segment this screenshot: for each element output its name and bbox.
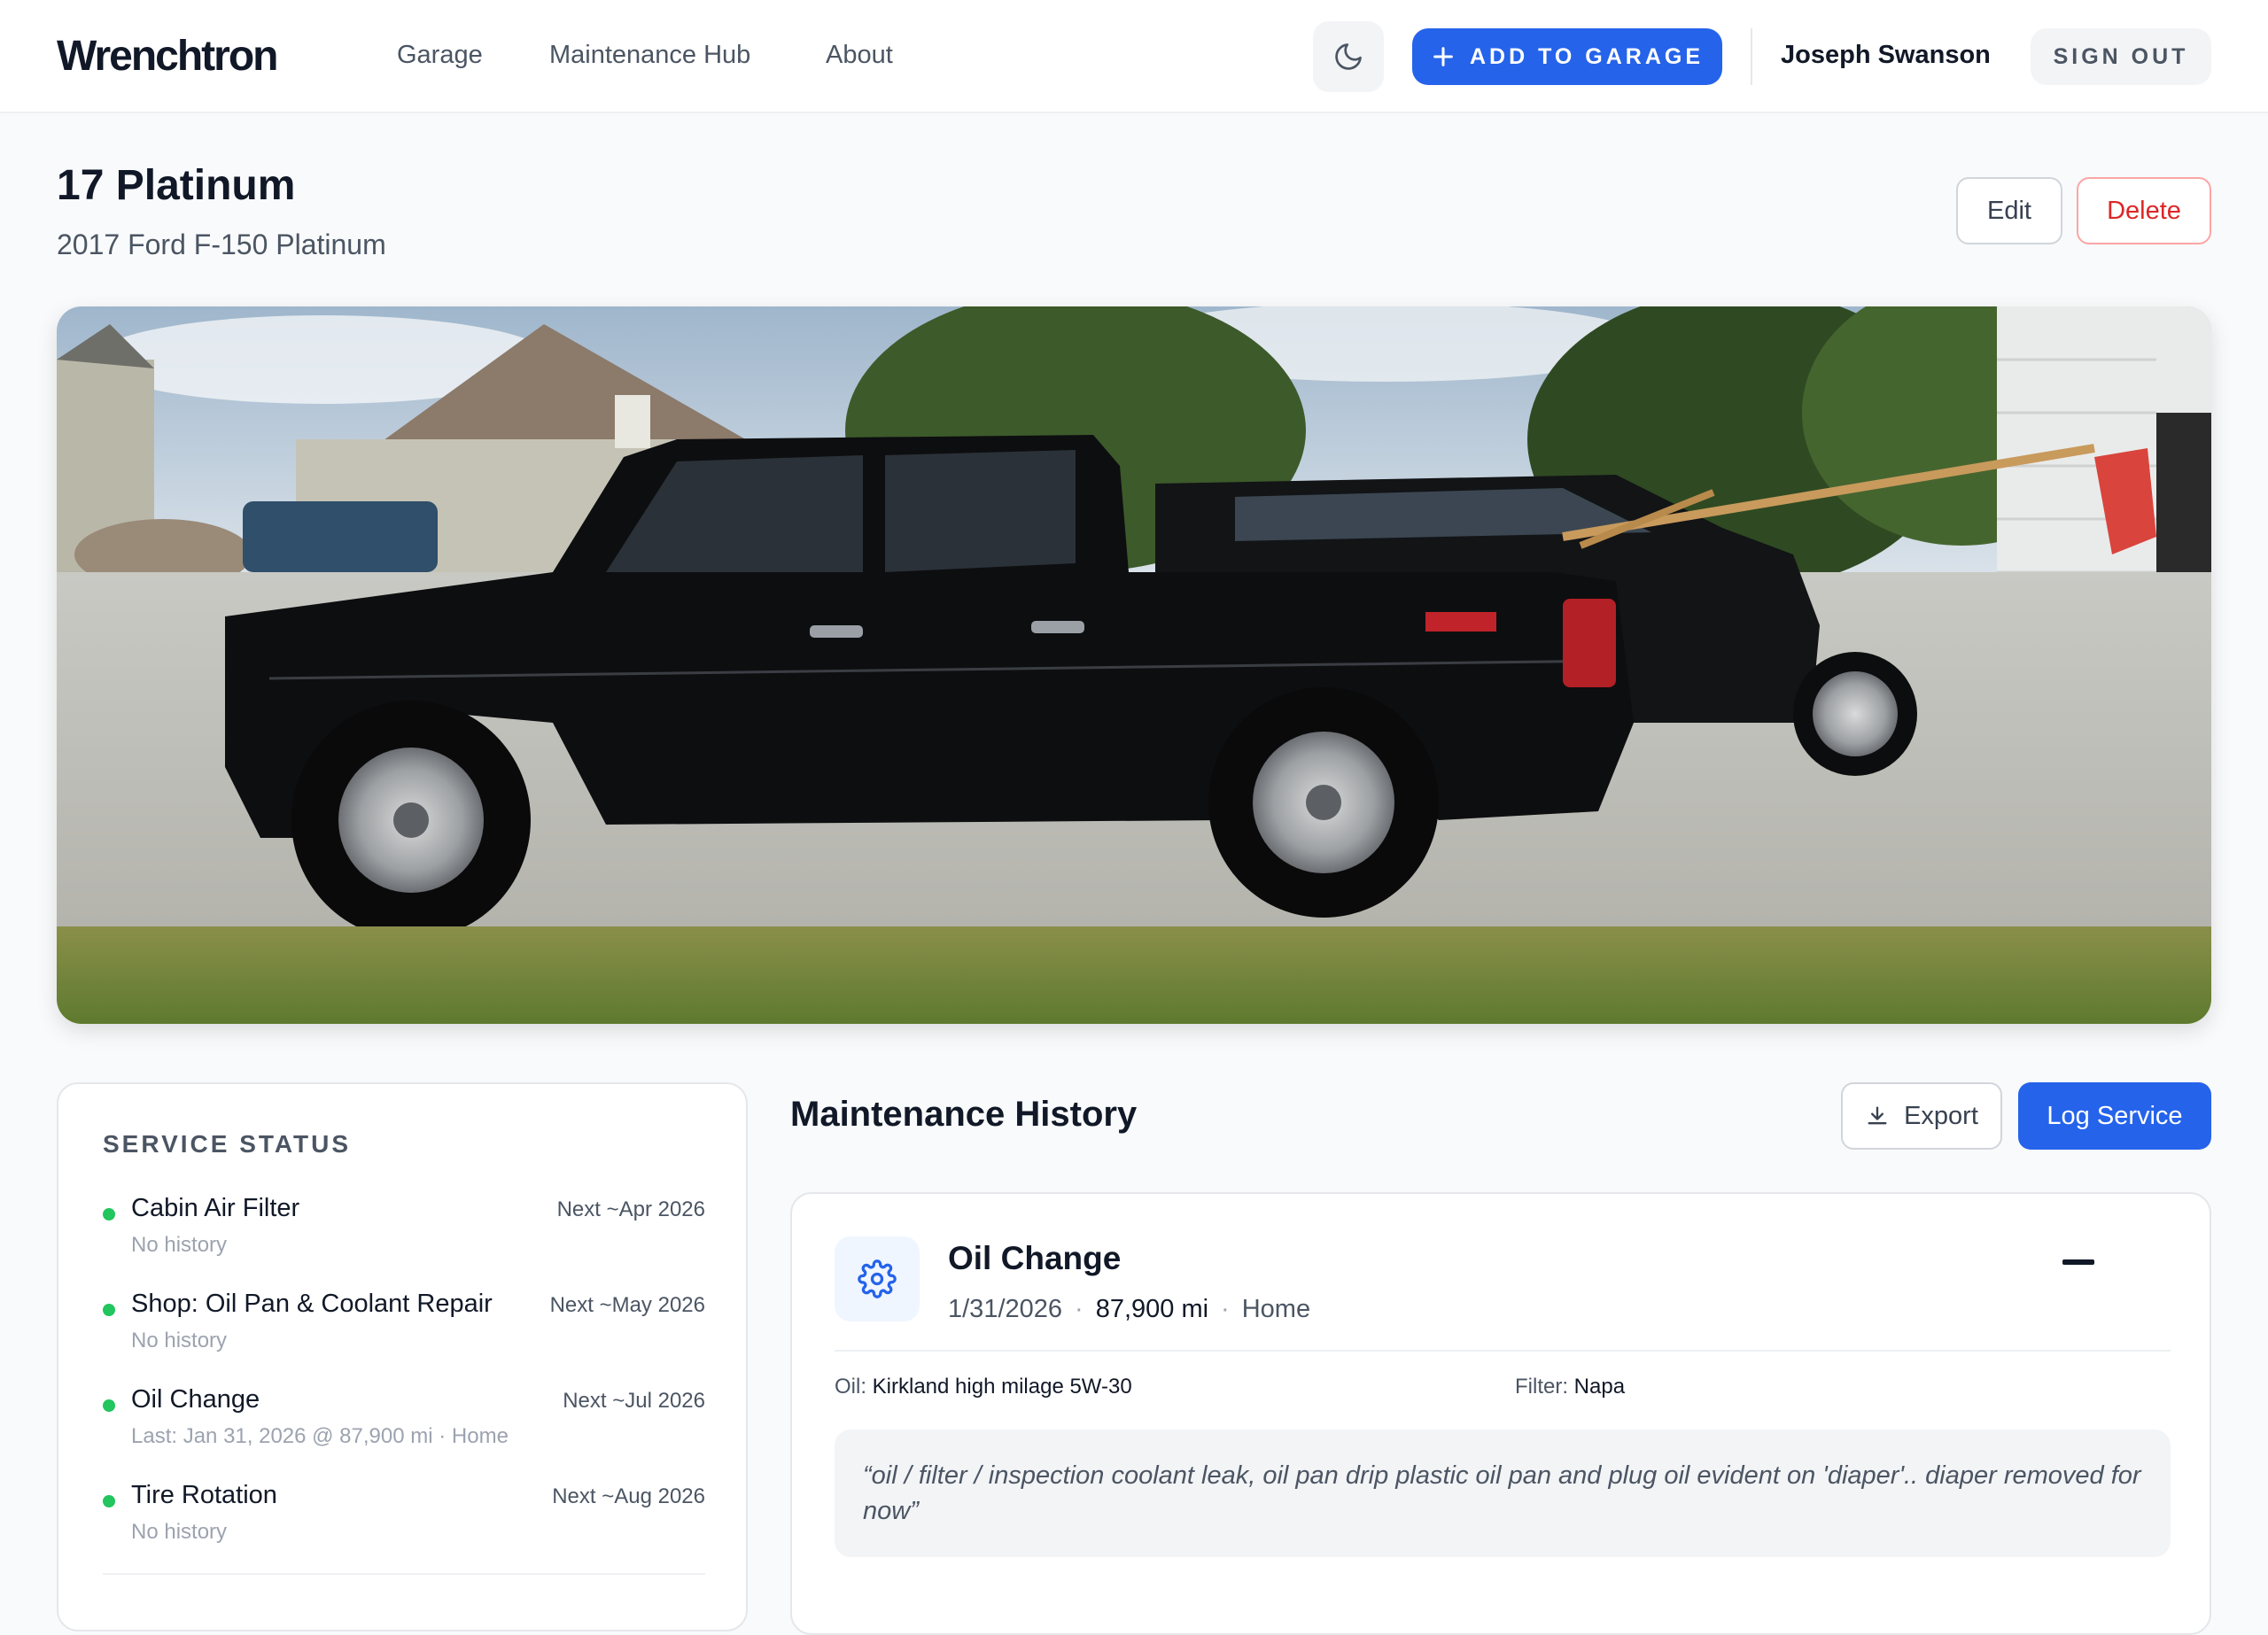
download-icon — [1868, 1106, 1887, 1125]
status-item-sub: No history — [131, 1233, 228, 1257]
status-item-sub: No history — [131, 1329, 228, 1352]
delete-vehicle-button[interactable]: Delete — [2077, 177, 2211, 244]
app-logo[interactable]: Wrenchtron — [57, 32, 278, 81]
edit-vehicle-button[interactable]: Edit — [1956, 177, 2062, 244]
service-status-card: SERVICE STATUS Cabin Air Filter Next ~Ap… — [57, 1082, 748, 1631]
vehicle-nickname: 17 Platinum — [57, 162, 296, 209]
meta-separator: · — [1075, 1295, 1084, 1323]
top-nav-bar: Wrenchtron Garage Maintenance Hub About … — [0, 0, 2268, 113]
entry-meta: 1/31/2026 · 87,900 mi · Home — [948, 1295, 1310, 1324]
status-item-name: Tire Rotation — [131, 1481, 277, 1509]
user-name: Joseph Swanson — [1781, 41, 1991, 69]
entry-service-type: Oil Change — [948, 1240, 1122, 1276]
status-item-name: Shop: Oil Pan & Coolant Repair — [131, 1290, 493, 1318]
status-ok-dot — [103, 1399, 115, 1412]
oil-label: Oil: — [835, 1375, 866, 1399]
collapse-icon[interactable] — [2062, 1259, 2094, 1265]
nav-link-about[interactable]: About — [826, 41, 893, 70]
status-item-name: Cabin Air Filter — [131, 1194, 300, 1222]
sign-out-button[interactable]: SIGN OUT — [2031, 28, 2211, 85]
plus-icon — [1433, 47, 1453, 66]
nav-link-maintenance-hub[interactable]: Maintenance Hub — [549, 41, 750, 70]
entry-icon-tile — [835, 1236, 920, 1321]
filter-value: Napa — [1573, 1375, 1626, 1399]
status-item-name: Oil Change — [131, 1385, 260, 1414]
entry-oil-detail: Oil: Kirkland high milage 5W-30 — [835, 1375, 1132, 1399]
meta-separator: · — [1221, 1295, 1230, 1323]
header-divider — [1751, 28, 1752, 85]
status-item-next: Next ~Aug 2026 — [552, 1484, 705, 1508]
maintenance-history-title: Maintenance History — [790, 1095, 1138, 1134]
export-button[interactable]: Export — [1841, 1082, 2002, 1150]
maintenance-entry-card: Oil Change 1/31/2026 · 87,900 mi · Home Oil:… — [790, 1192, 2211, 1635]
entry-mileage: 87,900 mi — [1095, 1295, 1209, 1323]
service-status-heading: SERVICE STATUS — [103, 1130, 352, 1158]
oil-value: Kirkland high milage 5W-30 — [872, 1375, 1132, 1399]
status-ok-dot — [103, 1495, 115, 1507]
theme-toggle-button[interactable] — [1313, 21, 1384, 92]
nav-link-garage[interactable]: Garage — [397, 41, 483, 70]
add-to-garage-label: ADD TO GARAGE — [1469, 43, 1705, 69]
status-item-next: Next ~Jul 2026 — [563, 1389, 705, 1413]
status-ok-dot — [103, 1208, 115, 1220]
status-item-sub: No history — [131, 1520, 228, 1544]
moon-icon — [1335, 43, 1362, 70]
status-list-divider — [103, 1573, 705, 1575]
entry-date: 1/31/2026 — [948, 1295, 1063, 1323]
entry-divider — [835, 1350, 2171, 1352]
filter-label: Filter: — [1515, 1375, 1568, 1399]
export-label: Export — [1904, 1101, 1978, 1130]
gear-icon — [858, 1259, 897, 1298]
status-item-next: Next ~May 2026 — [549, 1293, 705, 1317]
vehicle-photo — [57, 306, 2211, 1024]
status-item-next: Next ~Apr 2026 — [556, 1197, 705, 1221]
status-item-tire-rotation[interactable]: Tire Rotation Next ~Aug 2026 No history — [103, 1481, 705, 1561]
entry-filter-detail: Filter: Napa — [1515, 1375, 1625, 1399]
status-item-cabin-air-filter[interactable]: Cabin Air Filter Next ~Apr 2026 No histo… — [103, 1194, 705, 1274]
log-service-button[interactable]: Log Service — [2018, 1082, 2211, 1150]
entry-location: Home — [1241, 1295, 1311, 1323]
status-item-oil-pan-coolant-repair[interactable]: Shop: Oil Pan & Coolant Repair Next ~May… — [103, 1290, 705, 1369]
add-to-garage-button[interactable]: ADD TO GARAGE — [1412, 28, 1722, 85]
vehicle-description: 2017 Ford F-150 Platinum — [57, 229, 386, 260]
status-item-sub: Last: Jan 31, 2026 @ 87,900 mi · Home — [131, 1424, 509, 1448]
status-item-oil-change[interactable]: Oil Change Next ~Jul 2026 Last: Jan 31, … — [103, 1385, 705, 1465]
status-ok-dot — [103, 1304, 115, 1316]
entry-note: “oil / filter / inspection coolant leak,… — [835, 1430, 2171, 1557]
